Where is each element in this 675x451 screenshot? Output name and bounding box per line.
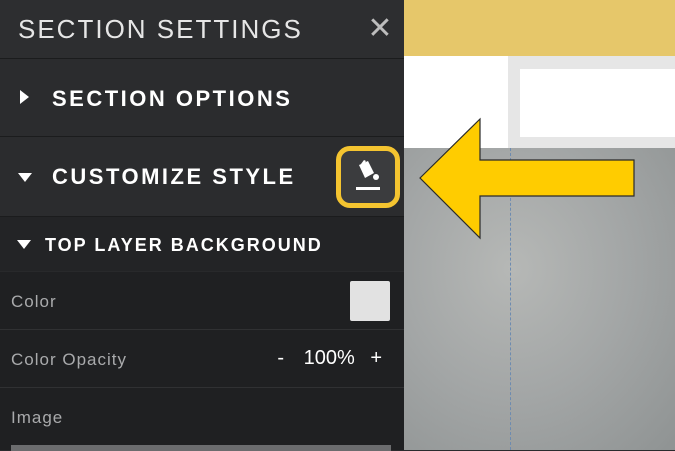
annotation-arrow bbox=[419, 117, 635, 240]
arrow-shape bbox=[419, 117, 635, 240]
